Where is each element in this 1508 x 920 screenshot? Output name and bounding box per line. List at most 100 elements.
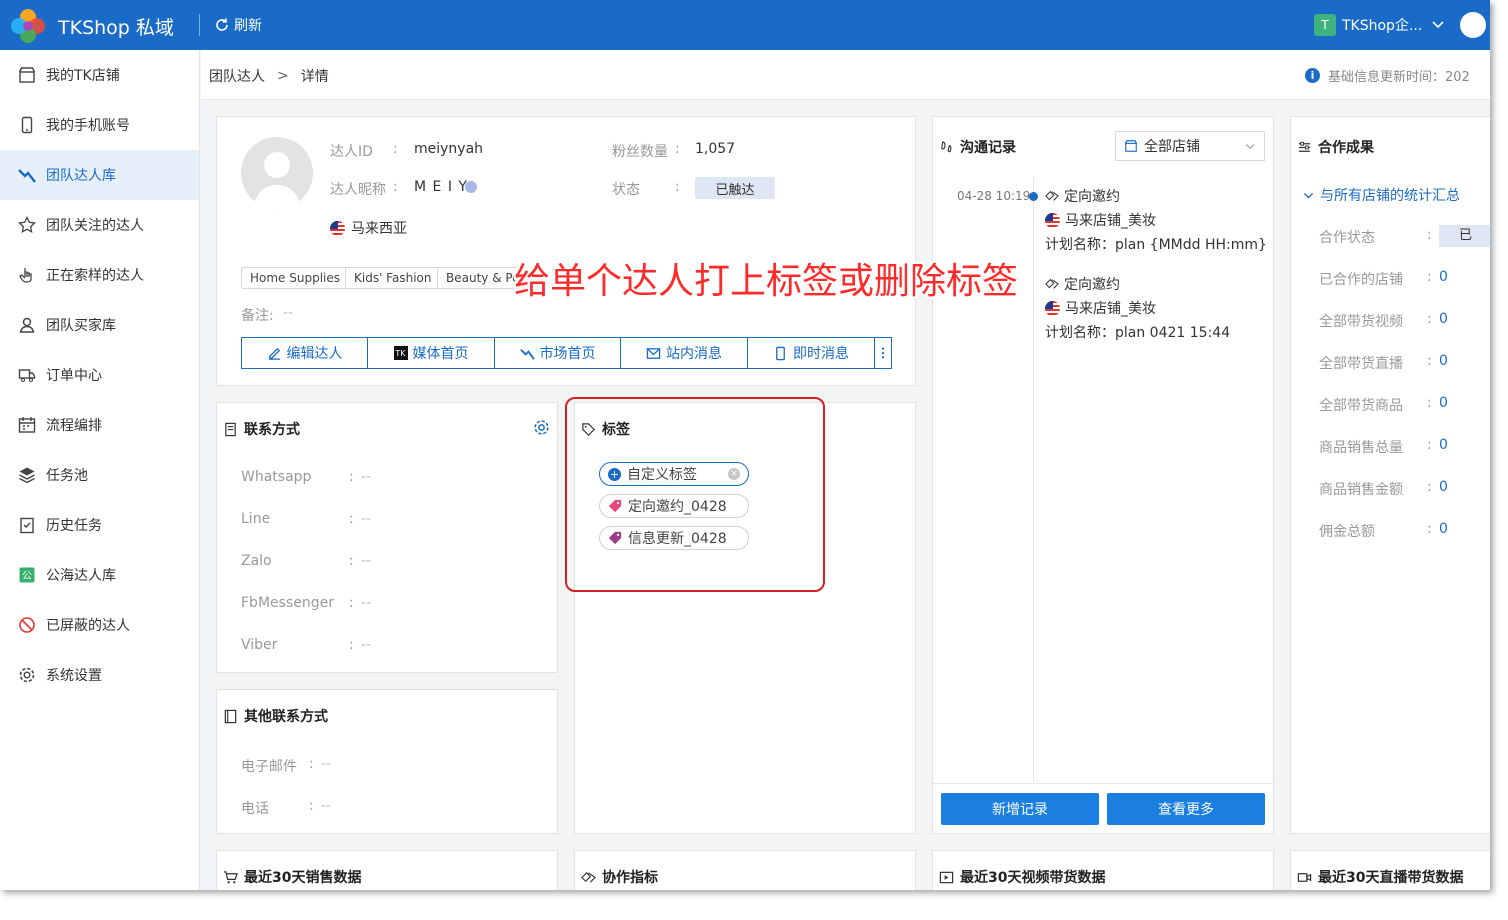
contact-card-icon: [225, 422, 236, 436]
sidebar-item[interactable]: 已屏蔽的达人: [0, 600, 199, 650]
record-time: 04-28 10:19: [957, 189, 1031, 203]
breadcrumb-parent[interactable]: 团队达人: [209, 66, 265, 86]
record-plan: 计划名称：plan 0421 15:44: [1045, 325, 1231, 341]
coop-value: 0: [1439, 395, 1448, 411]
record-type-text: 定向邀约: [1064, 277, 1120, 293]
more-actions-button[interactable]: [874, 337, 892, 369]
contact-colon: :: [349, 469, 354, 485]
globe-icon[interactable]: [1460, 12, 1486, 38]
sidebar: 我的TK店铺我的手机账号 团队达人库团队关注的达人正在索样的达人团队买家库订单中心…: [0, 50, 200, 890]
sidebar-item[interactable]: 我的手机账号: [0, 100, 199, 150]
fans-label: 粉丝数量: [612, 144, 668, 160]
profile-panel: 达人ID : meiynyah 达人昵称 : M E I Y 粉丝数量 : 1,…: [216, 116, 916, 386]
coop-colon: :: [1427, 311, 1432, 327]
refresh-button[interactable]: 刷新: [214, 15, 262, 35]
coop-value: 0: [1439, 311, 1448, 327]
record-plan: 计划名称：plan {MMdd HH:mm}: [1045, 237, 1267, 253]
cooperation-title: 合作成果: [1297, 137, 1374, 157]
sidebar-item[interactable]: 流程编排: [0, 400, 199, 450]
coop-status-colon: :: [1427, 227, 1432, 243]
category-tag: Beauty & Per: [437, 267, 525, 289]
contact-colon: :: [349, 511, 354, 527]
contact-value: --: [361, 469, 372, 485]
coop-colon: :: [1427, 269, 1432, 285]
record-store-text: 马来店铺_美妆: [1065, 301, 1156, 317]
coop-label: 商品销售总量: [1319, 440, 1403, 456]
truck-icon: [18, 369, 36, 382]
market-home-button[interactable]: 市场首页: [494, 337, 621, 369]
sidebar-item-label: 团队关注的达人: [46, 218, 144, 234]
coop-label: 全部带货视频: [1319, 314, 1403, 330]
coop-value: 0: [1439, 353, 1448, 369]
tiktok-icon: TK: [393, 346, 408, 360]
user-menu[interactable]: T TKShop企...: [1314, 14, 1422, 36]
phone-icon: [21, 116, 33, 134]
footprint-icon: [941, 140, 952, 152]
coop-value: 0: [1439, 479, 1448, 495]
sidebar-item-label: 系统设置: [46, 668, 102, 684]
edit-icon: [268, 347, 280, 360]
communication-panel: 沟通记录 全部店铺 04-28 10:19 定向邀约 马来店铺_美妆 计划名称：…: [932, 116, 1274, 834]
edit-influencer-button[interactable]: 编辑达人: [241, 337, 368, 369]
notebook-icon: [224, 709, 237, 723]
coop-label: 商品销售金额: [1319, 482, 1403, 498]
handshake-icon: [1045, 190, 1059, 201]
sidebar-item-label: 团队达人库: [46, 168, 116, 184]
other-contact-colon: :: [309, 798, 314, 814]
breadcrumb-current: 详情: [300, 69, 329, 85]
mobile-icon: [776, 346, 785, 360]
update-time-info: i 基础信息更新时间：202: [1305, 66, 1470, 85]
sidebar-item-label: 任务池: [46, 468, 88, 484]
add-record-button[interactable]: 新增记录: [941, 793, 1099, 825]
id-value: meiynyah: [414, 141, 484, 157]
id-label: 达人ID: [330, 144, 373, 160]
sidebar-item[interactable]: 任务池: [0, 450, 199, 500]
mail-icon: [646, 347, 661, 359]
coop-label: 全部带货直播: [1319, 356, 1403, 372]
contact-label: Whatsapp: [241, 469, 312, 485]
site-message-button[interactable]: 站内消息: [620, 337, 748, 369]
sidebar-item[interactable]: 公 公海达人库: [0, 550, 199, 600]
category-tag: Home Supplies: [241, 267, 350, 289]
user-icon: [19, 317, 35, 333]
sidebar-item[interactable]: 正在索样的达人: [0, 250, 199, 300]
media-home-button[interactable]: TK 媒体首页: [367, 337, 495, 369]
edit-influencer-label: 编辑达人: [286, 346, 343, 362]
coop-colon: :: [1427, 353, 1432, 369]
sidebar-item-label: 团队买家库: [46, 318, 116, 334]
coop-value: 0: [1439, 437, 1448, 453]
contact-value: --: [361, 637, 372, 653]
other-contact-label: 电子邮件: [241, 759, 297, 775]
chevron-down-icon[interactable]: [1430, 16, 1446, 32]
info-icon: i: [1305, 68, 1320, 83]
shop-icon: [1124, 140, 1138, 152]
svg-text:公: 公: [22, 571, 32, 582]
sidebar-item[interactable]: 系统设置: [0, 650, 199, 700]
footer-divider: [933, 783, 1273, 784]
breadcrumb-separator: >: [277, 68, 289, 84]
sidebar-item[interactable]: 我的TK店铺: [0, 50, 199, 100]
sidebar-item[interactable]: 团队达人库: [0, 150, 199, 200]
nick-colon: :: [393, 179, 398, 195]
other-contact-value: --: [321, 756, 332, 772]
contact-label: Viber: [241, 637, 278, 653]
coop-value: 0: [1439, 269, 1448, 285]
view-more-button[interactable]: 查看更多: [1107, 793, 1265, 825]
contact-value: --: [361, 553, 372, 569]
summary-toggle[interactable]: 与所有店铺的统计汇总: [1303, 185, 1460, 205]
contact-colon: :: [349, 637, 354, 653]
store-select[interactable]: 全部店铺: [1115, 131, 1265, 161]
timeline-dot: [1029, 192, 1038, 201]
sidebar-item[interactable]: 订单中心: [0, 350, 199, 400]
sidebar-item[interactable]: 团队关注的达人: [0, 200, 199, 250]
sidebar-item[interactable]: 历史任务: [0, 500, 199, 550]
chevron-down-icon: [1245, 144, 1255, 150]
sidebar-item[interactable]: 团队买家库: [0, 300, 199, 350]
instant-message-button[interactable]: 即时消息: [747, 337, 875, 369]
sidebar-item-label: 公海达人库: [46, 568, 116, 584]
handshake-icon: [581, 871, 596, 883]
refresh-label: 刷新: [234, 18, 262, 34]
sidebar-item-label: 我的手机账号: [46, 118, 130, 134]
status-colon: :: [675, 179, 680, 195]
gear-icon[interactable]: [533, 419, 550, 436]
